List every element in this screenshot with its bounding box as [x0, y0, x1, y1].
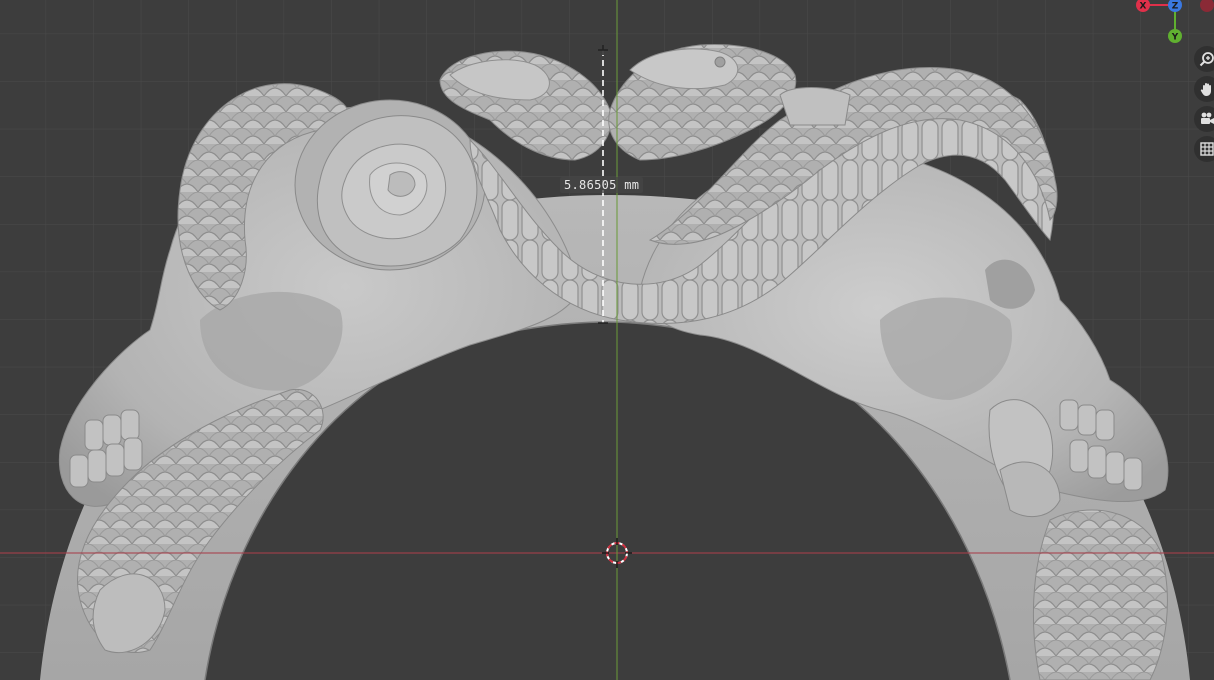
rose-ornament[interactable]	[294, 99, 486, 271]
pan-button[interactable]	[1194, 76, 1214, 102]
ortho-toggle-button[interactable]	[1194, 136, 1214, 162]
zoom-button[interactable]	[1194, 46, 1214, 72]
camera-view-button[interactable]	[1194, 106, 1214, 132]
gizmo-y-label: Y	[1171, 33, 1179, 43]
3d-viewport[interactable]: X Y Z 5.86505 mm	[0, 0, 1214, 680]
gizmo-z-label: Z	[1172, 2, 1179, 12]
measurement-label: 5.86505 mm	[560, 177, 644, 193]
grid-ortho-icon	[1199, 141, 1214, 157]
zoom-icon	[1199, 51, 1214, 67]
gizmo-x-label: X	[1140, 2, 1147, 12]
camera-icon	[1199, 111, 1214, 127]
right-snake-tail[interactable]	[1032, 509, 1168, 680]
viewport-scene[interactable]: X Y Z	[0, 0, 1214, 680]
pan-hand-icon	[1199, 81, 1214, 97]
